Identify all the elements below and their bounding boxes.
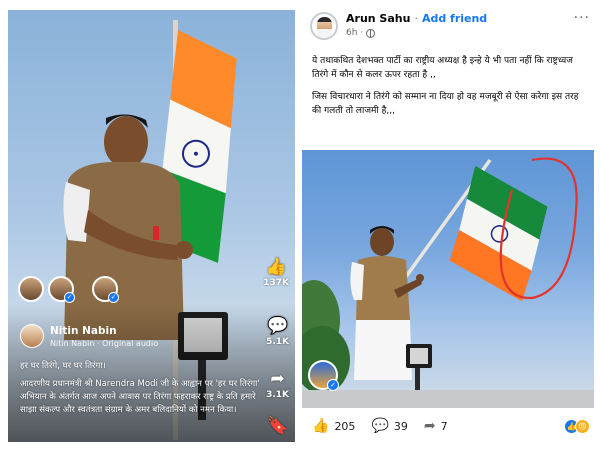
reel-caption: हर घर तिरंगे, घर घर तिरंगा। आदरणीय प्रधा… — [20, 360, 265, 422]
reel-caption-line1: हर घर तिरंगे, घर घर तिरंगा। — [20, 361, 106, 371]
comment-button[interactable]: 💬 39 — [371, 418, 407, 434]
angry-reaction-icon: 😠 — [575, 418, 590, 434]
reel-audio-label[interactable]: Nitin Nabin · Original audio — [50, 339, 158, 348]
more-options-button[interactable]: ··· — [574, 10, 590, 26]
reel-author-name[interactable]: Nitin Nabin — [50, 325, 158, 337]
post-paragraph-2: जिस विचारधारा ने तिरंगे को सम्मान ना दिय… — [312, 92, 579, 116]
post-time[interactable]: 6h · — [346, 28, 363, 38]
like-icon[interactable]: 👍 — [265, 256, 287, 278]
reaction-summary[interactable]: 👍 😠 — [564, 418, 590, 434]
like-icon: 👍 — [312, 418, 330, 434]
share-button[interactable]: ➦ 7 — [424, 418, 448, 434]
post-meta: Arun Sahu · Add friend 6h · — [346, 12, 487, 38]
separator-dot: · — [414, 12, 418, 25]
share-icon: ➦ — [423, 418, 436, 434]
like-count: 205 — [334, 419, 356, 433]
post-paragraph-1: ये तथाकथित देशभक्त पार्टी का राष्ट्रीय अ… — [312, 56, 573, 80]
comment-count: 39 — [393, 419, 408, 433]
avatar[interactable]: ✓ — [308, 360, 339, 391]
avatar[interactable]: ✓ — [48, 276, 75, 303]
reel-like-count: 137K — [263, 278, 289, 288]
reel-share-group[interactable]: ➦ 3.1K — [266, 368, 289, 400]
post-text: ये तथाकथित देशभक्त पार्टी का राष्ट्रीय अ… — [312, 54, 590, 126]
verified-icon: ✓ — [64, 292, 75, 303]
verified-icon: ✓ — [327, 379, 339, 391]
globe-icon — [366, 28, 376, 38]
reel-caption-line2: आदरणीय प्रधानमंत्री श्री Narendra Modi ज… — [20, 379, 260, 415]
avatar[interactable]: ✓ — [92, 276, 119, 303]
share-count: 7 — [440, 419, 448, 433]
post-timestamp[interactable]: 6h · — [346, 28, 487, 38]
verified-icon: ✓ — [108, 292, 119, 303]
post-header: Arun Sahu · Add friend 6h · ··· — [310, 10, 590, 46]
reel-author[interactable]: Nitin Nabin Nitin Nabin · Original audio — [20, 324, 158, 348]
reel-comment-count: 5.1K — [266, 337, 289, 347]
post-author-name[interactable]: Arun Sahu — [346, 12, 410, 25]
post-actions-bar: 👍 205 💬 39 ➦ 7 👍 😠 — [302, 412, 594, 440]
avatar[interactable] — [310, 12, 338, 40]
post-photo[interactable]: ✓ — [302, 150, 594, 408]
add-friend-button[interactable]: Add friend — [422, 12, 487, 25]
save-icon[interactable]: 🔖 — [267, 415, 289, 437]
post-photo-scene — [302, 157, 594, 408]
tagged-avatars: ✓ ✓ — [18, 276, 119, 303]
reel-like-group[interactable]: 👍 137K — [263, 256, 289, 288]
reel-share-count: 3.1K — [266, 390, 289, 400]
avatar[interactable] — [20, 324, 44, 348]
share-icon[interactable]: ➦ — [267, 368, 289, 390]
avatar[interactable] — [18, 276, 44, 302]
comment-icon[interactable]: 💬 — [267, 315, 289, 337]
facebook-post: Arun Sahu · Add friend 6h · ··· ये तथाकथ… — [302, 8, 594, 444]
reel-comment-group[interactable]: 💬 5.1K — [266, 315, 289, 347]
screenshot-collage: 👍 137K 💬 5.1K ➦ 3.1K 🔖 ✓ ✓ Nitin Nabin N… — [0, 0, 600, 450]
reel-video-panel[interactable]: 👍 137K 💬 5.1K ➦ 3.1K 🔖 ✓ ✓ Nitin Nabin N… — [8, 10, 295, 442]
reel-save-group[interactable]: 🔖 — [267, 415, 289, 437]
like-button[interactable]: 👍 205 — [312, 418, 355, 434]
comment-icon: 💬 — [371, 418, 389, 434]
